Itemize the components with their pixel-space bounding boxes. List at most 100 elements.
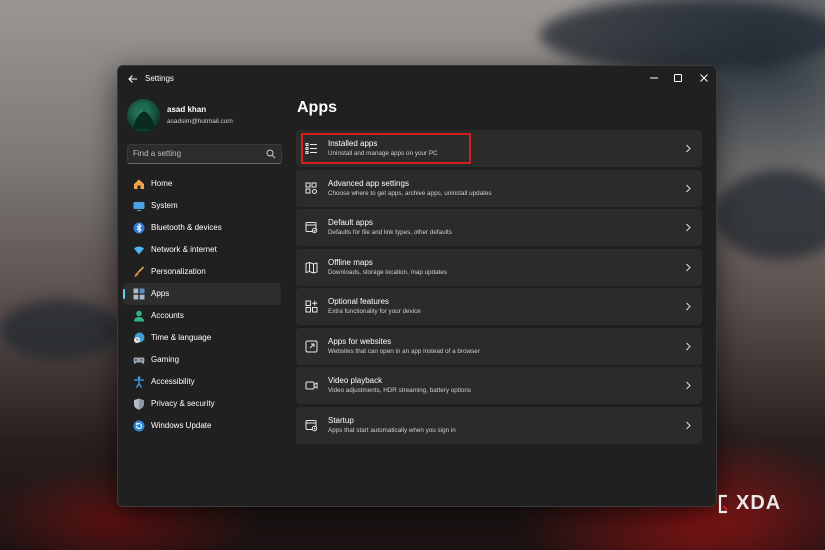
chevron-right-icon bbox=[686, 184, 691, 193]
sidebar-item-windows-update[interactable]: Windows Update bbox=[123, 415, 281, 437]
sidebar-item-time-language[interactable]: Time & language bbox=[123, 327, 281, 349]
settings-card-video-playback[interactable]: Video playback Video adjustments, HDR st… bbox=[296, 367, 702, 404]
xda-watermark: XDA bbox=[717, 492, 781, 515]
sidebar-item-home[interactable]: Home bbox=[123, 173, 281, 195]
network-icon bbox=[134, 246, 144, 255]
profile-email: asadsim@hotmail.com bbox=[167, 118, 233, 125]
settings-card-apps-for-websites[interactable]: Apps for websites Websites that can open… bbox=[296, 328, 702, 365]
sidebar-item-label: Privacy & security bbox=[151, 399, 215, 408]
search-placeholder: Find a setting bbox=[133, 149, 182, 158]
brush-icon bbox=[134, 266, 145, 277]
sidebar-item-label: Personalization bbox=[151, 267, 206, 276]
chevron-right-icon bbox=[686, 381, 691, 390]
shield-icon bbox=[134, 398, 144, 410]
sidebar-item-label: Accessibility bbox=[151, 377, 195, 386]
chevron-right-icon bbox=[686, 342, 691, 351]
sidebar-item-personalization[interactable]: Personalization bbox=[123, 261, 281, 283]
system-icon bbox=[133, 202, 145, 211]
sidebar-item-gaming[interactable]: Gaming bbox=[123, 349, 281, 371]
web-app-icon bbox=[305, 340, 318, 353]
app-settings-icon bbox=[305, 182, 317, 194]
profile-name: asad khan bbox=[167, 105, 207, 114]
accessibility-icon bbox=[134, 376, 144, 388]
sidebar-item-label: Home bbox=[151, 179, 173, 188]
active-indicator bbox=[123, 289, 125, 299]
chevron-right-icon bbox=[686, 263, 691, 272]
card-subtitle: Video adjustments, HDR streaming, batter… bbox=[328, 387, 472, 394]
time-language-icon bbox=[134, 332, 145, 343]
home-icon bbox=[134, 179, 144, 189]
page-title: Apps bbox=[297, 99, 337, 116]
highlight-box bbox=[301, 133, 471, 164]
card-title: Advanced app settings bbox=[328, 179, 409, 188]
window-title: Settings bbox=[145, 74, 174, 83]
card-subtitle: Defaults for file and link types, other … bbox=[328, 229, 452, 236]
sidebar-item-label: Bluetooth & devices bbox=[151, 223, 222, 232]
close-icon bbox=[700, 74, 708, 82]
sidebar-item-label: Time & language bbox=[151, 333, 212, 342]
card-subtitle: Websites that can open in an app instead… bbox=[328, 348, 480, 355]
settings-card-startup[interactable]: Startup Apps that start automatically wh… bbox=[296, 407, 702, 444]
sidebar-item-label: System bbox=[151, 201, 178, 210]
card-title: Default apps bbox=[328, 218, 373, 227]
chevron-right-icon bbox=[686, 223, 691, 232]
sidebar-item-accounts[interactable]: Accounts bbox=[123, 305, 281, 327]
card-title: Optional features bbox=[328, 297, 389, 306]
user-profile[interactable]: asad khan asadsim@hotmail.com bbox=[127, 99, 287, 133]
sidebar-item-system[interactable]: System bbox=[123, 195, 281, 217]
startup-icon bbox=[305, 420, 318, 432]
sidebar-item-apps[interactable]: Apps bbox=[123, 283, 281, 305]
sidebar-item-label: Accounts bbox=[151, 311, 184, 320]
search-input[interactable]: Find a setting bbox=[127, 144, 282, 164]
sidebar-item-label: Apps bbox=[151, 289, 170, 298]
chevron-right-icon bbox=[686, 144, 691, 153]
map-icon bbox=[305, 261, 318, 274]
card-title: Startup bbox=[328, 416, 354, 425]
sidebar-item-network[interactable]: Network & internet bbox=[123, 239, 281, 261]
close-button[interactable] bbox=[694, 70, 714, 86]
avatar bbox=[127, 99, 160, 132]
settings-card-default-apps[interactable]: Default apps Defaults for file and link … bbox=[296, 209, 702, 246]
chevron-right-icon bbox=[686, 302, 691, 311]
card-subtitle: Choose where to get apps, archive apps, … bbox=[328, 190, 492, 197]
back-arrow-icon[interactable] bbox=[126, 72, 140, 86]
watermark-text: XDA bbox=[736, 492, 782, 514]
update-icon bbox=[133, 420, 145, 432]
sidebar-item-bluetooth[interactable]: Bluetooth & devices bbox=[123, 217, 281, 239]
sidebar-item-label: Gaming bbox=[151, 355, 180, 364]
sidebar-item-privacy-security[interactable]: Privacy & security bbox=[123, 393, 281, 415]
gaming-icon bbox=[133, 357, 145, 364]
background-smoke bbox=[0, 300, 120, 360]
title-bar: Settings bbox=[118, 66, 716, 92]
accounts-icon bbox=[134, 310, 144, 322]
sidebar-item-label: Windows Update bbox=[151, 421, 212, 430]
maximize-button[interactable] bbox=[668, 70, 688, 86]
card-title: Video playback bbox=[328, 376, 383, 385]
video-icon bbox=[305, 381, 318, 390]
card-subtitle: Extra functionality for your device bbox=[328, 308, 421, 315]
minimize-icon bbox=[650, 77, 658, 79]
background-smoke bbox=[715, 170, 825, 260]
sidebar: asad khan asadsim@hotmail.com Find a set… bbox=[118, 92, 290, 506]
background-smoke bbox=[540, 0, 825, 70]
card-title: Apps for websites bbox=[328, 337, 392, 346]
settings-card-advanced-app-settings[interactable]: Advanced app settings Choose where to ge… bbox=[296, 170, 702, 207]
bluetooth-icon bbox=[133, 222, 145, 234]
card-title: Offline maps bbox=[328, 258, 373, 267]
apps-icon bbox=[133, 288, 145, 300]
settings-card-optional-features[interactable]: Optional features Extra functionality fo… bbox=[296, 288, 702, 325]
xda-logo-icon bbox=[718, 494, 728, 513]
chevron-right-icon bbox=[686, 421, 691, 430]
default-apps-icon bbox=[305, 222, 318, 234]
sidebar-nav: Home System Bluetooth & devices Network … bbox=[123, 173, 281, 437]
sidebar-item-accessibility[interactable]: Accessibility bbox=[123, 371, 281, 393]
settings-card-offline-maps[interactable]: Offline maps Downloads, storage location… bbox=[296, 249, 702, 286]
card-subtitle: Apps that start automatically when you s… bbox=[328, 427, 456, 434]
search-icon bbox=[266, 149, 276, 159]
optional-features-icon bbox=[305, 300, 318, 313]
maximize-icon bbox=[674, 74, 682, 82]
sidebar-item-label: Network & internet bbox=[151, 245, 217, 254]
minimize-button[interactable] bbox=[644, 70, 664, 86]
settings-card-installed-apps[interactable]: Installed apps Uninstall and manage apps… bbox=[296, 130, 702, 167]
settings-window: Settings asad khan asadsim@hotmail.com F… bbox=[117, 65, 717, 507]
